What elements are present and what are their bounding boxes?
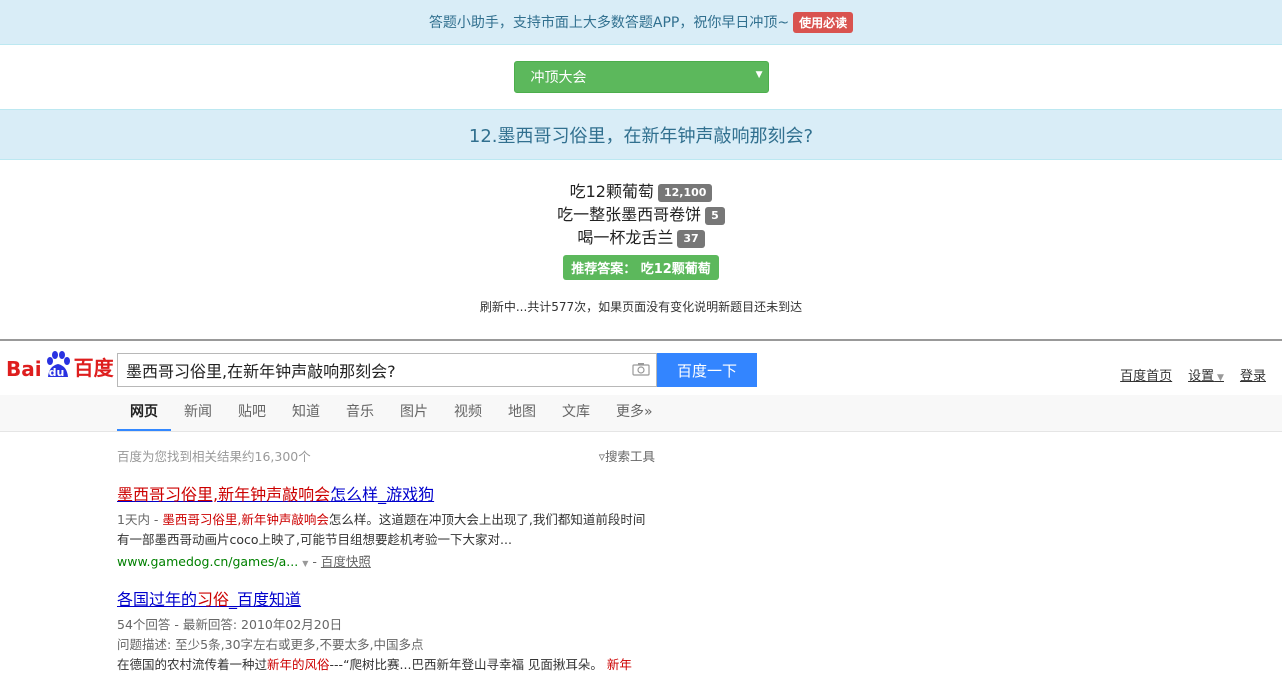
- result-url-row: www.gamedog.cn/games/a... ▼ - 百度快照: [117, 554, 371, 569]
- logo-text-du: du: [48, 366, 65, 379]
- tab-more[interactable]: 更多»: [603, 395, 666, 431]
- answer-count-badge: 5: [705, 206, 725, 225]
- tab-images[interactable]: 图片: [387, 395, 441, 431]
- result-title-link[interactable]: 各国过年的习俗_百度知道: [117, 586, 657, 610]
- tab-video[interactable]: 视频: [441, 395, 495, 431]
- answer-text: 吃12颗葡萄: [569, 182, 654, 201]
- refresh-status: 刷新中...共计577次，如果页面没有变化说明新题目还未到达: [479, 300, 803, 314]
- result-date: 1天内 -: [117, 512, 163, 527]
- answer-text: 吃一整张墨西哥卷饼: [557, 205, 702, 224]
- question-description: 问题描述: 至少5条,30字左右或更多,不要太多,中国多点: [117, 637, 424, 652]
- app-selector-row: 冲顶大会 ▼: [0, 45, 1282, 109]
- result-title-rest: _百度知道: [229, 590, 302, 609]
- snippet-highlight: 墨西哥习俗里,新年钟声敲响会: [162, 512, 329, 527]
- baidu-home-link[interactable]: 百度首页: [1120, 365, 1172, 384]
- announcement-text: 答题小助手，支持市面上大多数答题APP，祝你早日冲顶~: [428, 15, 790, 31]
- baidu-header: Bai du 百度 墨西哥习俗里,在新年钟声敲响那刻会? 百度一下 百度首页 设…: [0, 341, 1282, 395]
- result-url[interactable]: www.gamedog.cn/games/a...: [117, 554, 298, 569]
- chevron-down-icon: ▼: [755, 70, 763, 80]
- app-select-value: 冲顶大会: [530, 70, 587, 86]
- answer-count-badge: 12,100: [657, 183, 713, 202]
- settings-label: 设置: [1188, 369, 1215, 384]
- search-results: 百度为您找到相关结果约16,300个 ▿搜索工具 墨西哥习俗里,新年钟声敲响会怎…: [0, 446, 1282, 675]
- result-title-highlight: 墨西哥习俗里,新年钟声敲响会: [117, 485, 331, 504]
- snippet-line: 在德国的农村流传着一种过新年的风俗---“爬树比赛...巴西新年登山寻幸福 见面…: [117, 657, 632, 672]
- search-tabs: 网页 新闻 贴吧 知道 音乐 图片 视频 地图 文库 更多»: [0, 395, 1282, 432]
- result-title-link[interactable]: 墨西哥习俗里,新年钟声敲响会怎么样_游戏狗: [117, 481, 657, 505]
- tab-map[interactable]: 地图: [495, 395, 549, 431]
- search-input[interactable]: 墨西哥习俗里,在新年钟声敲响那刻会?: [118, 358, 626, 382]
- result-title-part: 各国过年的: [117, 590, 198, 609]
- answer-option: 喝一杯龙舌兰 37: [0, 226, 1282, 249]
- app-select[interactable]: 冲顶大会 ▼: [513, 61, 769, 93]
- logo-text-bai: Bai: [6, 357, 42, 381]
- announcement-bar: 答题小助手，支持市面上大多数答题APP，祝你早日冲顶~ 使用必读: [0, 0, 1282, 45]
- answer-list: 吃12颗葡萄 12,100 吃一整张墨西哥卷饼 5 喝一杯龙舌兰 37 推荐答案： 吃…: [0, 160, 1282, 315]
- header-links: 百度首页 设置 ▼ 登录: [1120, 365, 1266, 384]
- chevron-down-icon[interactable]: ▼: [302, 559, 308, 568]
- result-title-rest: 怎么样_游戏狗: [330, 485, 435, 504]
- tab-news[interactable]: 新闻: [171, 395, 225, 431]
- logo-text-baidu: 百度: [73, 356, 114, 380]
- search-result: 墨西哥习俗里,新年钟声敲响会怎么样_游戏狗 1天内 - 墨西哥习俗里,新年钟声敲…: [117, 481, 657, 570]
- settings-link[interactable]: 设置 ▼: [1188, 365, 1224, 384]
- chevron-down-icon: ▼: [1214, 373, 1224, 383]
- answer-option: 吃12颗葡萄 12,100: [0, 180, 1282, 203]
- camera-icon[interactable]: [626, 361, 656, 380]
- snapshot-link[interactable]: 百度快照: [321, 554, 371, 569]
- result-title-highlight: 习俗: [197, 590, 230, 609]
- tab-zhidao[interactable]: 知道: [279, 395, 333, 431]
- answer-count-badge: 37: [677, 229, 705, 248]
- search-tools-label: 搜索工具: [604, 449, 655, 464]
- answer-option: 吃一整张墨西哥卷饼 5: [0, 203, 1282, 226]
- tab-web[interactable]: 网页: [117, 395, 171, 431]
- result-count: 百度为您找到相关结果约16,300个: [117, 449, 311, 464]
- recommended-answer: 推荐答案： 吃12颗葡萄: [563, 255, 719, 280]
- search-result: 各国过年的习俗_百度知道 54个回答 - 最新回答: 2010年02月20日 问…: [117, 586, 657, 675]
- login-link[interactable]: 登录: [1240, 365, 1266, 384]
- question-title: 12.墨西哥习俗里，在新年钟声敲响那刻会?: [0, 109, 1282, 160]
- result-snippet: 问题描述: 至少5条,30字左右或更多,不要太多,中国多点 在德国的农村流传着一…: [117, 635, 657, 675]
- tab-tieba[interactable]: 贴吧: [225, 395, 279, 431]
- tab-music[interactable]: 音乐: [333, 395, 387, 431]
- tab-wenku[interactable]: 文库: [549, 395, 603, 431]
- search-button[interactable]: 百度一下: [657, 353, 757, 387]
- search-box[interactable]: 墨西哥习俗里,在新年钟声敲响那刻会?: [117, 353, 657, 387]
- paw-icon: du: [43, 351, 73, 381]
- search-tools-button[interactable]: ▿搜索工具: [599, 446, 655, 465]
- answer-text: 喝一杯龙舌兰: [577, 228, 674, 247]
- read-me-badge[interactable]: 使用必读: [793, 11, 854, 33]
- result-snippet: 1天内 - 墨西哥习俗里,新年钟声敲响会怎么样。这道题在冲顶大会上出现了,我们都…: [117, 510, 657, 550]
- result-count-row: 百度为您找到相关结果约16,300个 ▿搜索工具: [117, 446, 655, 465]
- baidu-logo[interactable]: Bai du 百度: [6, 351, 114, 381]
- result-meta: 54个回答 - 最新回答: 2010年02月20日: [117, 617, 343, 632]
- baidu-search-frame: Bai du 百度 墨西哥习俗里,在新年钟声敲响那刻会? 百度一下 百度首页 设…: [0, 339, 1282, 672]
